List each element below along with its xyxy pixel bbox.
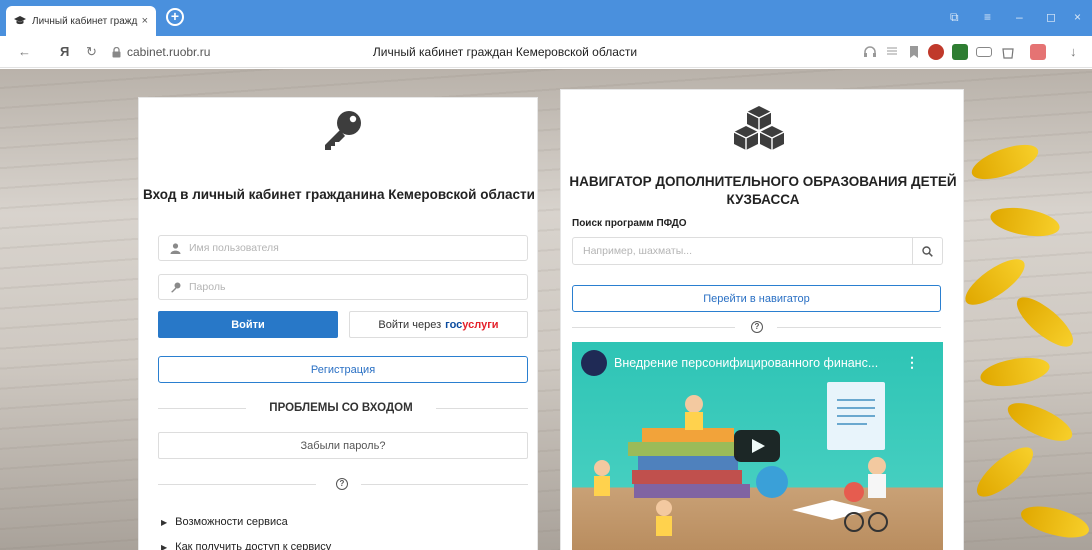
address-bar: ← Я ↻ cabinet.ruobr.ru Личный кабинет гр…	[0, 36, 1092, 68]
forgot-password-button[interactable]: Забыли пароль?	[158, 432, 528, 459]
search-icon	[922, 245, 933, 257]
login-panel: Вход в личный кабинет гражданина Кемеров…	[138, 97, 538, 550]
password-input[interactable]: Пароль	[158, 274, 528, 300]
gosuslugi-prefix: Войти через	[378, 318, 442, 331]
headphones-icon[interactable]	[862, 44, 878, 60]
menu-icon[interactable]: ≡	[984, 10, 991, 24]
search-label: Поиск программ ПФДО	[572, 218, 687, 229]
tabs-overview-icon[interactable]: ⧉	[950, 10, 959, 25]
bookmark-icon[interactable]	[906, 44, 922, 60]
close-window-icon[interactable]: ×	[1074, 10, 1081, 24]
key-icon	[325, 111, 361, 150]
youtube-video[interactable]: Внедрение персонифицированного финанс...…	[572, 342, 943, 550]
page-title: Личный кабинет граждан Кемеровской облас…	[372, 45, 638, 59]
gosuslugi-logo-part1: гос	[445, 318, 463, 331]
program-search: Например, шахматы...	[572, 237, 943, 265]
gosuslugi-logo-part2: услуги	[462, 318, 499, 331]
shopping-bag-icon[interactable]	[1000, 44, 1016, 60]
login-heading: Вход в личный кабинет гражданина Кемеров…	[143, 187, 535, 202]
divider	[436, 408, 528, 409]
search-button[interactable]	[912, 238, 942, 264]
gosuslugi-login-button[interactable]: Войти через гос услуги	[349, 311, 528, 338]
accordion-item-access[interactable]: ▶ Как получить доступ к сервису	[161, 541, 331, 550]
browser-tabbar: Личный кабинет гражд × + ⧉ ≡ – ◻ ×	[0, 0, 1092, 36]
sunflower-decoration	[950, 109, 1092, 550]
caret-right-icon: ▶	[161, 542, 168, 550]
key-small-icon	[169, 281, 181, 293]
divider	[158, 484, 316, 485]
minimize-icon[interactable]: –	[1016, 10, 1023, 24]
caret-right-icon: ▶	[161, 517, 168, 527]
tab-close-icon[interactable]: ×	[142, 15, 148, 27]
adblock-icon[interactable]	[928, 44, 944, 60]
play-button[interactable]	[734, 430, 780, 462]
extension-red-icon[interactable]	[1030, 44, 1046, 60]
extension-green-icon[interactable]	[952, 44, 968, 60]
divider	[361, 484, 528, 485]
reader-icon[interactable]	[884, 44, 900, 60]
battery-icon[interactable]	[976, 47, 992, 57]
accordion-item-features[interactable]: ▶ Возможности сервиса	[161, 516, 288, 528]
login-button[interactable]: Войти	[158, 311, 338, 338]
navigator-panel: НАВИГАТОР ДОПОЛНИТЕЛЬНОГО ОБРАЗОВАНИЯ ДЕ…	[560, 89, 964, 550]
page-background: Вход в личный кабинет гражданина Кемеров…	[0, 69, 1092, 550]
user-icon	[169, 242, 181, 254]
username-input[interactable]: Имя пользователя	[158, 235, 528, 261]
navigator-heading: НАВИГАТОР ДОПОЛНИТЕЛЬНОГО ОБРАЗОВАНИЯ ДЕ…	[569, 174, 957, 207]
go-to-navigator-button[interactable]: Перейти в навигатор	[572, 285, 941, 312]
program-search-input[interactable]: Например, шахматы...	[573, 238, 912, 264]
divider	[158, 408, 246, 409]
cubes-icon	[733, 106, 785, 150]
maximize-icon[interactable]: ◻	[1046, 10, 1056, 24]
browser-tab[interactable]: Личный кабинет гражд ×	[6, 6, 156, 36]
download-icon[interactable]: ↓	[1070, 44, 1077, 59]
graduation-cap-icon	[14, 15, 26, 27]
divider	[572, 327, 735, 328]
divider	[777, 327, 941, 328]
register-button[interactable]: Регистрация	[158, 356, 528, 383]
question-circle-icon[interactable]: ?	[751, 321, 763, 333]
new-tab-button[interactable]: +	[166, 8, 184, 26]
problems-heading: ПРОБЛЕМЫ СО ВХОДОМ	[269, 402, 413, 414]
question-circle-icon[interactable]: ?	[336, 478, 348, 490]
tab-title: Личный кабинет гражд	[32, 15, 138, 27]
